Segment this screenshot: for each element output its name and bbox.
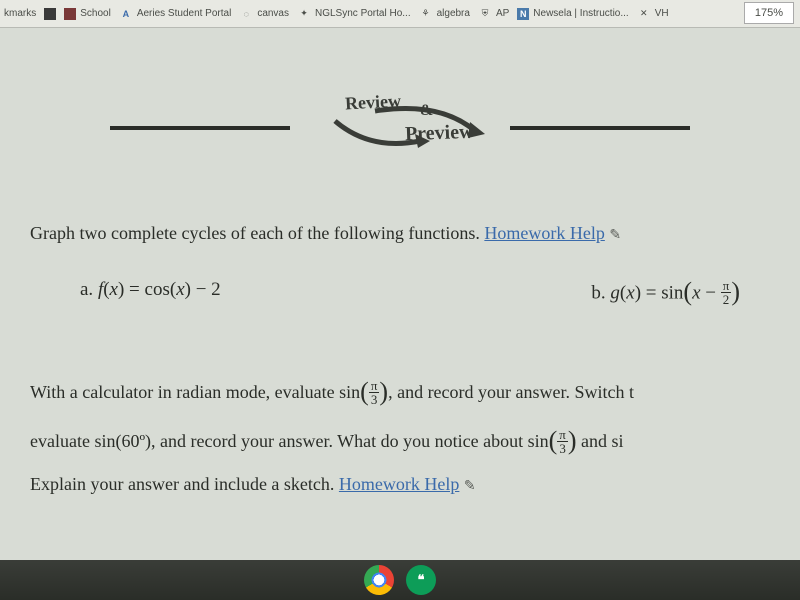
header-rule-left (110, 126, 290, 130)
taskbar: ❝ (0, 560, 800, 600)
header-word-preview: Preview (405, 121, 474, 146)
problem-2-text: With a calculator in radian mode, evalua… (30, 369, 770, 502)
bookmark-icon (64, 8, 76, 20)
bookmark-item-newsela[interactable]: N Newsela | Instructio... (517, 8, 628, 20)
header-word-review: Review (344, 91, 401, 115)
bookmark-icon (44, 8, 56, 20)
homework-help-link[interactable]: Homework Help (484, 223, 604, 243)
problem-1-intro: Graph two complete cycles of each of the… (30, 223, 484, 243)
p2-part4: and si (577, 431, 624, 451)
review-preview-graphic: Review & Preview (290, 98, 510, 158)
frac-num: π (721, 279, 732, 293)
equation-b: b. g(x) = sin(x − π2) (591, 279, 740, 309)
bookmark-label: Newsela | Instructio... (533, 8, 628, 19)
frac-den: 3 (369, 393, 380, 406)
eq-a-label: a. (80, 279, 98, 300)
newsela-icon: N (517, 8, 529, 20)
ap-icon: ⛨ (478, 7, 492, 21)
bookmark-label: School (80, 8, 111, 19)
eq-a-fn: f (98, 279, 103, 300)
review-preview-header: Review & Preview (30, 98, 770, 158)
bookmark-item[interactable] (44, 8, 56, 20)
bookmark-label: NGLSync Portal Ho... (315, 8, 411, 19)
p2-part3: evaluate sin(60º), and record your answe… (30, 431, 549, 451)
bookmark-item-nglsync[interactable]: ✦ NGLSync Portal Ho... (297, 7, 411, 21)
header-rule-right (510, 126, 690, 130)
eq-a-var2: x (176, 279, 184, 300)
bookmark-label: Aeries Student Portal (137, 8, 232, 19)
eq-b-var2: x (692, 282, 700, 303)
frac-den: 2 (721, 293, 732, 306)
eq-a-tail: − 2 (191, 279, 221, 300)
bookmark-item-aeries[interactable]: A Aeries Student Portal (119, 7, 232, 21)
canvas-icon: ◌ (239, 7, 253, 21)
nglsync-icon: ✦ (297, 7, 311, 21)
p2-frac1: π3 (369, 379, 380, 406)
problem-1-text: Graph two complete cycles of each of the… (30, 218, 770, 249)
eq-b-var: x (626, 282, 634, 303)
eq-b-fn: g (610, 282, 620, 303)
bookmark-item-canvas[interactable]: ◌ canvas (239, 7, 289, 21)
algebra-icon: ⚘ (419, 7, 433, 21)
bookmark-item-vh[interactable]: ✕ VH (637, 7, 669, 21)
bookmark-item-algebra[interactable]: ⚘ algebra (419, 7, 470, 21)
pencil-icon: ✎ (609, 228, 621, 243)
p2-part1: With a calculator in radian mode, evalua… (30, 381, 360, 401)
hangouts-icon[interactable]: ❝ (406, 565, 436, 595)
equation-a: a. f(x) = cos(x) − 2 (80, 279, 221, 309)
zoom-value: 175% (755, 7, 783, 19)
p2-frac2: π3 (557, 428, 568, 455)
zoom-indicator[interactable]: 175% (744, 2, 794, 24)
bookmark-item-school[interactable]: School (64, 8, 111, 20)
eq-a-var: x (110, 279, 118, 300)
frac-num: π (369, 379, 380, 393)
homework-help-link[interactable]: Homework Help (339, 474, 459, 494)
p2-part5: Explain your answer and include a sketch… (30, 474, 339, 494)
chrome-icon[interactable] (364, 565, 394, 595)
header-word-and: & (420, 102, 433, 120)
eq-b-sin: sin (661, 282, 683, 303)
bookmark-item-ap[interactable]: ⛨ AP (478, 7, 509, 21)
page-content: Review & Preview Graph two complete cycl… (0, 28, 800, 560)
p2-part2: , and record your answer. Switch t (388, 381, 634, 401)
hangouts-glyph: ❝ (418, 572, 425, 588)
pencil-icon: ✎ (464, 479, 476, 494)
aeries-icon: A (119, 7, 133, 21)
vh-icon: ✕ (637, 7, 651, 21)
bookmark-label: algebra (437, 8, 470, 19)
eq-b-fraction: π2 (721, 279, 732, 306)
frac-den: 3 (557, 442, 568, 455)
bookmark-label: VH (655, 8, 669, 19)
browser-toolbar: kmarks School A Aeries Student Portal ◌ … (0, 0, 800, 28)
equations-row: a. f(x) = cos(x) − 2 b. g(x) = sin(x − π… (30, 279, 770, 309)
bookmark-label: canvas (257, 8, 289, 19)
bookmark-label: AP (496, 8, 509, 19)
eq-a-cos: cos (145, 279, 170, 300)
frac-num: π (557, 428, 568, 442)
eq-b-label: b. (591, 282, 610, 303)
bookmarks-label: kmarks (4, 8, 36, 19)
